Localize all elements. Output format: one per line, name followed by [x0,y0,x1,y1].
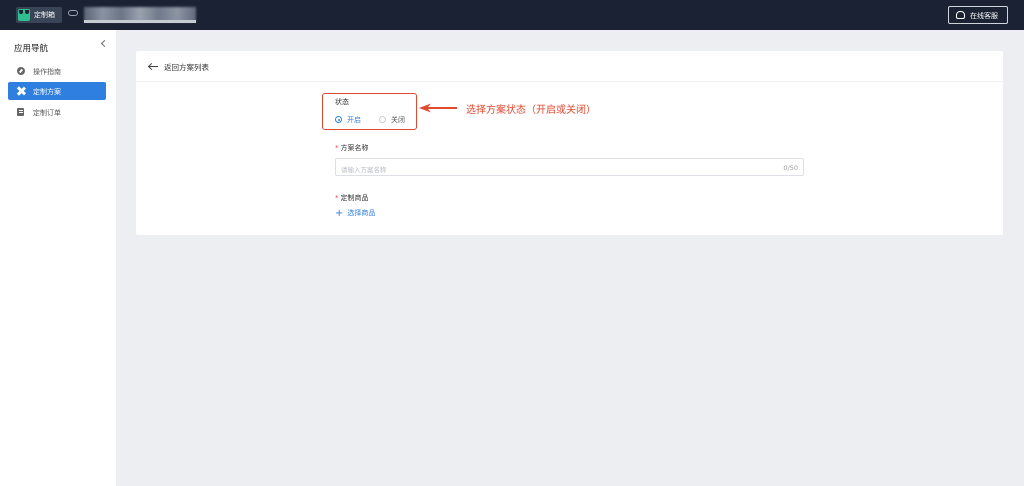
document-icon [17,108,24,116]
headset-icon [956,11,965,19]
goods-label: * 定制商品 [335,193,369,203]
plan-name-label-text: 方案名称 [340,144,369,152]
sidebar-item-plans[interactable]: 定制方案 [8,82,106,100]
sidebar-item-label: 定制方案 [33,88,61,96]
support-label: 在线客服 [970,12,998,20]
online-support-button[interactable]: 在线客服 [948,6,1008,24]
select-goods-button[interactable]: + 选择商品 [335,208,375,219]
annotation-text: 选择方案状态（开启或关闭） [466,105,596,116]
header-divider [136,81,1003,82]
char-counter: 0/50 [783,164,798,172]
required-mark: * [335,194,339,202]
sidebar-item-label: 操作指南 [33,68,61,76]
redacted-underline [84,20,196,23]
cross-tools-icon [17,87,25,95]
plan-name-label: * 方案名称 [335,143,369,153]
sidebar-item-label: 定制订单 [33,109,61,117]
back-label: 返回方案列表 [164,63,209,72]
select-goods-label: 选择商品 [347,209,376,217]
cat-logo-icon [18,9,30,21]
plan-name-placeholder: 请输入方案名称 [341,166,387,174]
plan-form-card: 返回方案列表 状态 开启 关闭 * 方案名称 请输入方案名称 0/50 * 定制商品… [136,51,1003,235]
plus-icon: + [335,208,344,219]
plan-name-input[interactable]: 请输入方案名称 0/50 [335,158,804,176]
annotation-highlight-box [322,93,417,130]
goods-label-text: 定制商品 [340,194,369,202]
sidebar-item-guide[interactable]: 操作指南 [8,62,106,80]
app-logo[interactable]: 定制箱 [16,7,62,23]
sidebar: 应用导航 操作指南 定制方案 定制订单 [0,30,116,486]
top-bar: 定制箱 在线客服 [0,0,1024,30]
required-mark: * [335,144,339,152]
sidebar-item-orders[interactable]: 定制订单 [8,103,106,121]
collapse-chevron-icon[interactable] [100,39,109,48]
arrow-left-icon [148,62,158,72]
compass-icon [17,67,25,75]
link-icon[interactable] [68,10,78,16]
sidebar-title: 应用导航 [14,44,49,54]
app-name: 定制箱 [34,11,55,19]
annotation-arrow-icon [419,103,457,113]
